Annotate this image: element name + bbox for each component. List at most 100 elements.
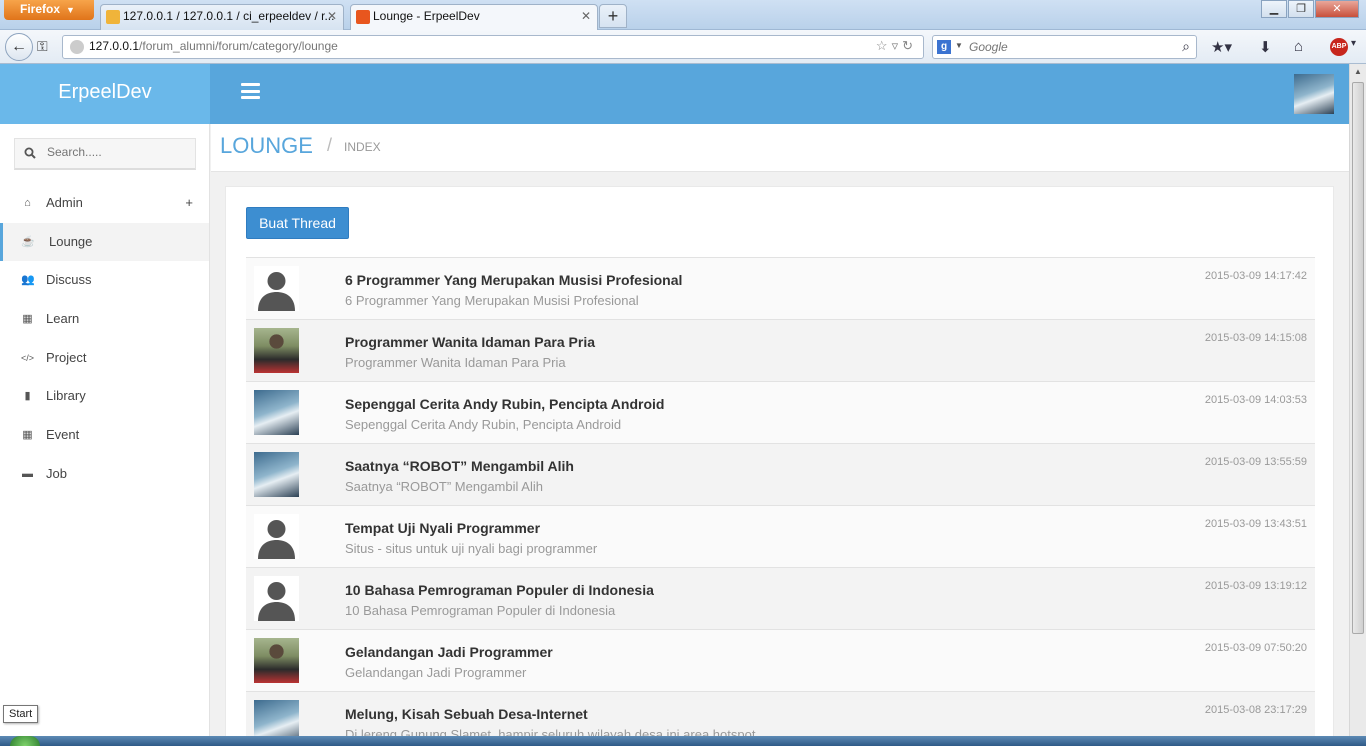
hamburger-menu-icon[interactable]	[241, 83, 260, 99]
tab-label: 127.0.0.1 / 127.0.0.1 / ci_erpeeldev / r…	[123, 9, 335, 23]
star-reload-icons[interactable]: ☆▿↻	[876, 38, 917, 54]
sidebar-item-event[interactable]: ▦ Event	[0, 416, 209, 455]
thread-panel: Buat Thread 6 Programmer Yang Merupakan …	[225, 186, 1334, 746]
new-tab-button[interactable]: +	[599, 4, 627, 28]
thread-date: 2015-03-09 14:17:42	[1204, 270, 1307, 282]
top-header	[210, 64, 1349, 124]
url-bar[interactable]: 127.0.0.1/forum_alumni/forum/category/lo…	[62, 35, 924, 59]
thread-row[interactable]: 6 Programmer Yang Merupakan Musisi Profe…	[246, 257, 1315, 319]
thread-title[interactable]: 10 Bahasa Pemrograman Populer di Indones…	[345, 582, 654, 598]
grid-icon: ▦	[22, 313, 33, 326]
brand-logo[interactable]: ErpeelDev	[0, 64, 210, 124]
thread-title[interactable]: Melung, Kisah Sebuah Desa-Internet	[345, 706, 588, 722]
thread-list: 6 Programmer Yang Merupakan Musisi Profe…	[246, 257, 1315, 746]
thread-title[interactable]: Programmer Wanita Idaman Para Pria	[345, 334, 595, 350]
avatar	[254, 452, 299, 497]
close-icon[interactable]: ✕	[327, 5, 337, 27]
default-avatar-icon	[254, 266, 299, 311]
thread-subtitle: 10 Bahasa Pemrograman Populer di Indones…	[345, 603, 616, 618]
thread-date: 2015-03-09 13:43:51	[1204, 518, 1307, 530]
users-icon: 👥	[21, 274, 35, 287]
google-icon[interactable]: g	[937, 40, 951, 54]
thread-title[interactable]: Sepenggal Cerita Andy Rubin, Pencipta An…	[345, 396, 664, 412]
thread-subtitle: 6 Programmer Yang Merupakan Musisi Profe…	[345, 293, 639, 308]
code-icon: </>	[21, 352, 35, 363]
browser-titlebar: Firefox ▼ 127.0.0.1 / 127.0.0.1 / ci_erpe…	[0, 0, 1366, 30]
thread-date: 2015-03-09 13:55:59	[1204, 456, 1307, 468]
adblock-icon[interactable]: ABP	[1330, 38, 1348, 56]
default-avatar-icon	[254, 576, 299, 621]
search-icon[interactable]: ⌕	[1182, 38, 1190, 55]
thread-date: 2015-03-09 07:50:20	[1204, 642, 1307, 654]
thread-date: 2015-03-08 23:17:29	[1204, 704, 1307, 716]
key-icon[interactable]: ⚿	[37, 38, 48, 55]
avatar	[254, 390, 299, 435]
search-icon	[24, 147, 36, 159]
thread-title[interactable]: Tempat Uji Nyali Programmer	[345, 520, 540, 536]
caret-down-icon[interactable]: ▼	[955, 41, 963, 50]
browser-navbar: ← ⚿ 127.0.0.1/forum_alumni/forum/categor…	[0, 30, 1366, 64]
sidebar-item-label: Event	[46, 427, 80, 443]
sidebar-item-learn[interactable]: ▦ Learn	[0, 300, 209, 339]
user-avatar[interactable]	[1294, 74, 1334, 114]
start-tooltip: Start	[3, 705, 39, 723]
thread-date: 2015-03-09 14:03:53	[1204, 394, 1307, 406]
minimize-icon[interactable]: ▁	[1261, 0, 1287, 18]
thread-row[interactable]: 10 Bahasa Pemrograman Populer di Indones…	[246, 567, 1315, 629]
tab-label: Lounge - ErpeelDev	[373, 9, 480, 23]
sidebar-item-job[interactable]: ▬ Job	[0, 455, 209, 494]
thread-row[interactable]: Programmer Wanita Idaman Para Pria Progr…	[246, 319, 1315, 381]
start-orb-icon[interactable]	[10, 736, 40, 746]
calendar-icon: ▦	[22, 429, 33, 442]
thread-row[interactable]: Sepenggal Cerita Andy Rubin, Pencipta An…	[246, 381, 1315, 443]
breadcrumb: LOUNGE / INDEX	[211, 124, 1349, 172]
maximize-icon[interactable]: ❐	[1288, 0, 1314, 18]
briefcase-icon: ▬	[22, 467, 33, 480]
page-title: LOUNGE	[220, 133, 313, 158]
thread-title[interactable]: Gelandangan Jadi Programmer	[345, 644, 553, 660]
url-host: 127.0.0.1	[89, 39, 140, 53]
breadcrumb-separator: /	[327, 135, 333, 155]
sidebar-item-project[interactable]: </> Project	[0, 339, 209, 378]
scrollbar-thumb[interactable]	[1352, 82, 1364, 634]
download-icon[interactable]: ⬇	[1259, 38, 1272, 56]
search-placeholder: Google	[969, 40, 1008, 54]
caret-down-icon: ▼	[66, 5, 75, 15]
web-search-bar[interactable]: g ▼ Google ⌕	[932, 35, 1197, 59]
sidebar-item-library[interactable]: ▮ Library	[0, 377, 209, 416]
os-taskbar	[0, 736, 1366, 746]
thread-row[interactable]: Tempat Uji Nyali Programmer Situs - situ…	[246, 505, 1315, 567]
chevron-down-icon[interactable]: ▾	[1351, 38, 1356, 49]
thread-title[interactable]: 6 Programmer Yang Merupakan Musisi Profe…	[345, 272, 682, 288]
back-arrow-icon[interactable]: ←	[5, 33, 33, 61]
sidebar-item-admin[interactable]: ⌂ Admin +	[0, 184, 209, 223]
firefox-menu-button[interactable]: Firefox ▼	[4, 0, 94, 20]
scroll-up-icon[interactable]: ▲	[1350, 64, 1366, 80]
thread-row[interactable]: Gelandangan Jadi Programmer Gelandangan …	[246, 629, 1315, 691]
vertical-scrollbar[interactable]: ▲	[1349, 64, 1366, 746]
thread-subtitle: Saatnya “ROBOT” Mengambil Alih	[345, 479, 543, 494]
plus-icon[interactable]: +	[185, 184, 193, 222]
search-input[interactable]	[47, 145, 187, 159]
bookmarks-icon[interactable]: ★▾	[1211, 38, 1232, 56]
browser-tab-phpmyadmin[interactable]: 127.0.0.1 / 127.0.0.1 / ci_erpeeldev / r…	[100, 4, 344, 30]
breadcrumb-current: INDEX	[344, 140, 381, 154]
browser-tab-lounge[interactable]: Lounge - ErpeelDev ✕	[350, 4, 598, 30]
sidebar-item-label: Library	[46, 388, 86, 404]
close-window-icon[interactable]: ✕	[1315, 0, 1359, 18]
avatar	[254, 638, 299, 683]
create-thread-button[interactable]: Buat Thread	[246, 207, 349, 239]
thread-row[interactable]: Saatnya “ROBOT” Mengambil Alih Saatnya “…	[246, 443, 1315, 505]
sidebar-item-label: Lounge	[49, 233, 93, 249]
home-icon: ⌂	[24, 197, 31, 209]
sidebar-item-label: Learn	[46, 311, 80, 327]
sidebar-item-label: Project	[46, 349, 87, 365]
sidebar-item-label: Job	[46, 465, 67, 481]
close-icon[interactable]: ✕	[581, 5, 591, 27]
sidebar-item-lounge[interactable]: ☕ Lounge	[0, 222, 209, 262]
app-favicon-icon	[356, 10, 370, 24]
sidebar-search[interactable]	[14, 138, 196, 170]
sidebar-item-discuss[interactable]: 👥 Discuss	[0, 261, 209, 300]
home-icon[interactable]: ⌂	[1294, 38, 1303, 55]
thread-title[interactable]: Saatnya “ROBOT” Mengambil Alih	[345, 458, 574, 474]
